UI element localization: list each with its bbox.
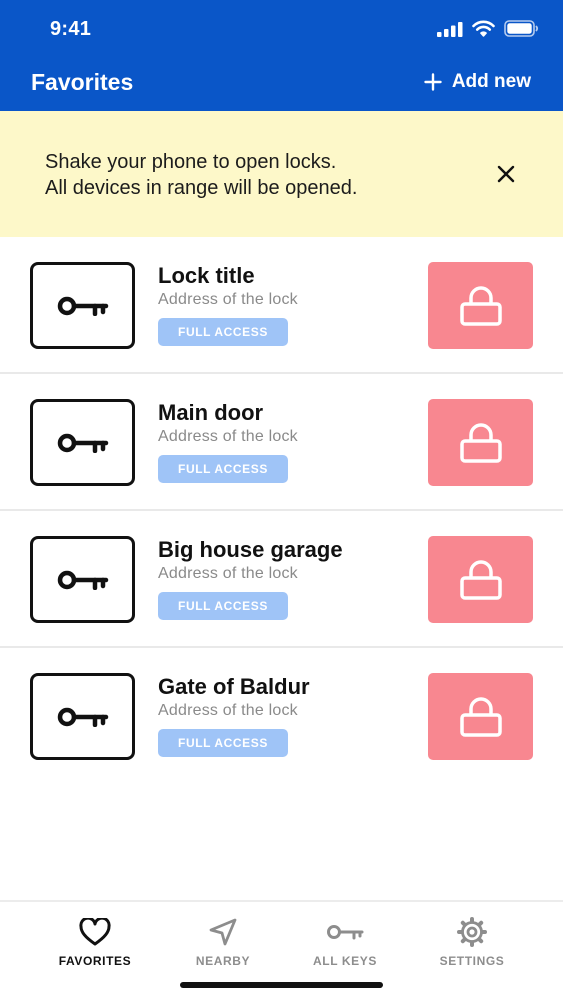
lock-address: Address of the lock — [158, 428, 298, 445]
access-badge: FULL ACCESS — [158, 592, 288, 620]
key-thumbnail — [30, 536, 135, 623]
lock-info: Big house garage Address of the lock FUL… — [158, 535, 418, 620]
lock-info: Lock title Address of the lock FULL ACCE… — [158, 261, 418, 346]
title-row: Favorites Add new — [0, 58, 563, 111]
status-time: 9:41 — [50, 18, 92, 40]
cellular-signal-icon — [437, 21, 463, 37]
access-badge: FULL ACCESS — [158, 318, 288, 346]
lock-title: Lock title — [158, 263, 255, 288]
tab-label: NEARBY — [195, 954, 251, 968]
status-bar: 9:41 — [0, 0, 563, 58]
lock-address: Address of the lock — [158, 702, 298, 719]
banner-line-1: Shake your phone to open locks. — [45, 151, 337, 173]
unlock-button[interactable] — [428, 399, 533, 486]
tab-favorites[interactable]: FAVORITES — [25, 916, 165, 968]
padlock-icon — [459, 285, 502, 326]
app-header: 9:41 Favorites Add new — [0, 0, 563, 111]
lock-title: Gate of Baldur — [158, 674, 310, 699]
battery-icon — [504, 20, 539, 37]
unlock-button[interactable] — [428, 673, 533, 760]
key-icon — [57, 433, 108, 453]
padlock-icon — [459, 696, 502, 737]
lock-title: Main door — [158, 400, 264, 425]
tab-label: SETTINGS — [439, 954, 505, 968]
shake-info-banner: Shake your phone to open locks. All devi… — [0, 111, 563, 237]
lock-info: Main door Address of the lock FULL ACCES… — [158, 398, 418, 483]
banner-message: Shake your phone to open locks. All devi… — [45, 149, 357, 201]
home-indicator — [180, 982, 383, 988]
key-icon — [57, 296, 108, 316]
key-icon — [327, 925, 364, 940]
add-new-button[interactable]: Add new — [424, 71, 531, 93]
access-badge: FULL ACCESS — [158, 455, 288, 483]
banner-line-2: All devices in range will be opened. — [45, 177, 358, 199]
lock-info: Gate of Baldur Address of the lock FULL … — [158, 672, 418, 757]
tab-all-keys[interactable]: ALL KEYS — [275, 916, 415, 968]
banner-close-button[interactable] — [491, 159, 521, 189]
heart-icon — [79, 918, 111, 946]
navigation-arrow-icon — [209, 918, 237, 946]
status-icons — [437, 20, 539, 37]
tab-label: FAVORITES — [58, 954, 132, 968]
close-icon — [497, 165, 515, 183]
gear-icon — [457, 917, 487, 947]
key-thumbnail — [30, 262, 135, 349]
lock-list-item[interactable]: Lock title Address of the lock FULL ACCE… — [0, 237, 563, 374]
key-icon — [57, 570, 108, 590]
lock-list-item[interactable]: Main door Address of the lock FULL ACCES… — [0, 374, 563, 511]
tab-label: ALL KEYS — [313, 954, 377, 968]
key-thumbnail — [30, 673, 135, 760]
add-new-label: Add new — [451, 71, 531, 92]
unlock-button[interactable] — [428, 536, 533, 623]
tab-settings[interactable]: SETTINGS — [402, 916, 542, 968]
key-thumbnail — [30, 399, 135, 486]
wifi-icon — [472, 20, 495, 37]
unlock-button[interactable] — [428, 262, 533, 349]
lock-list-item[interactable]: Big house garage Address of the lock FUL… — [0, 511, 563, 648]
lock-address: Address of the lock — [158, 291, 298, 308]
lock-list: Lock title Address of the lock FULL ACCE… — [0, 237, 563, 785]
key-icon — [57, 707, 108, 727]
padlock-icon — [459, 559, 502, 600]
lock-address: Address of the lock — [158, 565, 298, 582]
lock-title: Big house garage — [158, 537, 343, 562]
lock-list-item[interactable]: Gate of Baldur Address of the lock FULL … — [0, 648, 563, 785]
page-title: Favorites — [31, 69, 134, 95]
tab-nearby[interactable]: NEARBY — [153, 916, 293, 968]
access-badge: FULL ACCESS — [158, 729, 288, 757]
plus-icon — [424, 73, 442, 91]
padlock-icon — [459, 422, 502, 463]
